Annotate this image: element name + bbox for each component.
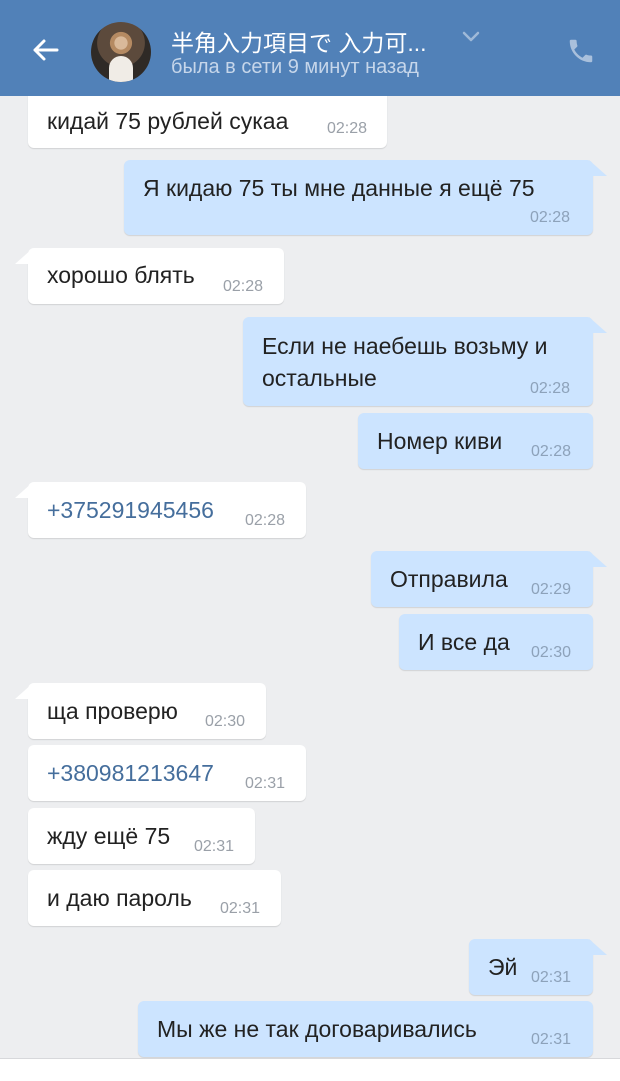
message-outgoing[interactable]: Мы же не так договаривались 02:31: [138, 1001, 593, 1057]
message-incoming[interactable]: +375291945456 02:28: [15, 482, 306, 538]
message-incoming[interactable]: жду ещё 75 02:31: [28, 808, 255, 864]
message-time: 02:28: [327, 120, 368, 137]
message-time: 02:31: [194, 838, 235, 855]
message-outgoing[interactable]: И все да 02:30: [399, 614, 593, 670]
phone-icon[interactable]: [566, 36, 596, 71]
message-incoming[interactable]: хорошо блять 02:28: [15, 248, 284, 304]
message-text: Номер киви: [377, 428, 503, 454]
arrow-left-icon: [31, 38, 59, 67]
message-text: И все да: [418, 629, 510, 655]
message-time: 02:28: [223, 278, 264, 295]
message-text: кидай 75 рублей сукаа: [47, 108, 289, 134]
message-incoming[interactable]: ща проверю 02:30: [15, 683, 266, 739]
message-incoming[interactable]: и даю пароль 02:31: [28, 870, 281, 926]
phone-number-link[interactable]: +375291945456: [47, 495, 214, 525]
message-time: 02:31: [531, 1031, 572, 1048]
message-time: 02:28: [530, 209, 571, 226]
message-time: 02:30: [531, 644, 572, 661]
message-text: Эй: [488, 954, 518, 980]
message-time: 02:28: [530, 380, 571, 397]
message-time: 02:31: [220, 900, 261, 917]
message-text: Мы же не так договаривались: [157, 1016, 477, 1042]
avatar[interactable]: [91, 22, 151, 82]
message-outgoing[interactable]: Отправила 02:29: [371, 551, 607, 607]
back-button[interactable]: [22, 30, 68, 74]
message-time: 02:31: [531, 969, 572, 986]
message-text: и даю пароль: [47, 885, 192, 911]
message-time: 02:28: [531, 443, 572, 460]
chat-title[interactable]: 半角入力項目で 入力可...: [171, 24, 427, 58]
chevron-down-icon[interactable]: [462, 30, 480, 48]
message-input-bar[interactable]: [0, 1058, 620, 1081]
phone-number-link[interactable]: +380981213647: [47, 758, 214, 788]
message-outgoing[interactable]: Я кидаю 75 ты мне данные я ещё 75 02:28: [124, 160, 607, 235]
message-text: Я кидаю 75 ты мне данные я ещё 75: [143, 175, 535, 201]
message-text: Отправила: [390, 566, 508, 592]
message-time: 02:31: [245, 775, 286, 792]
message-time: 02:28: [245, 512, 286, 529]
message-incoming[interactable]: кидай 75 рублей сукаа 02:28: [28, 90, 387, 148]
message-time: 02:29: [531, 581, 572, 598]
message-text: жду ещё 75: [47, 823, 171, 849]
message-text-line-1: Если не наебешь возьму и: [262, 333, 548, 359]
message-text: хорошо блять: [47, 262, 195, 288]
message-outgoing[interactable]: Номер киви 02:28: [358, 413, 593, 469]
message-text-line-2: остальные: [262, 365, 377, 391]
message-incoming[interactable]: +380981213647 02:31: [28, 745, 306, 801]
message-time: 02:30: [205, 713, 246, 730]
chat-header: 半角入力項目で 入力可... была в сети 9 минут назад: [0, 0, 620, 96]
message-outgoing[interactable]: Эй 02:31: [469, 939, 607, 995]
message-text: ща проверю: [47, 698, 178, 724]
last-seen-status: была в сети 9 минут назад: [171, 56, 419, 78]
message-outgoing[interactable]: Если не наебешь возьму и остальные 02:28: [243, 317, 607, 406]
